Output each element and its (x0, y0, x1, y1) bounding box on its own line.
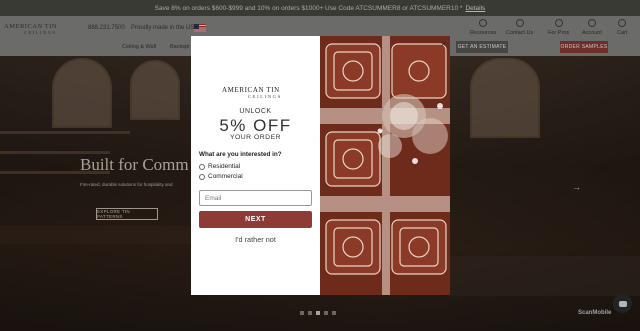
unlock-text: UNLOCK (239, 108, 272, 115)
radio-button[interactable] (199, 173, 205, 180)
popup-image-tin-ceiling: × (320, 36, 450, 295)
popup-logo: AMERICAN TIN CEILINGS (222, 86, 282, 99)
discount-popup: AMERICAN TIN CEILINGS UNLOCK 5% OFF YOUR… (191, 36, 450, 295)
option-commercial[interactable]: Commercial (199, 173, 243, 180)
close-icon[interactable]: × (441, 39, 446, 49)
offer-headline: 5% OFF (219, 116, 292, 135)
popup-form-panel: AMERICAN TIN CEILINGS UNLOCK 5% OFF YOUR… (191, 36, 320, 295)
next-button[interactable]: NEXT (199, 211, 312, 228)
email-field[interactable]: Email (199, 190, 312, 206)
interest-question: What are you interested in? (199, 151, 282, 158)
tin-ceiling-pattern (320, 36, 450, 295)
radio-button[interactable] (199, 163, 205, 170)
option-residential[interactable]: Residential (199, 163, 240, 170)
your-order-text: YOUR ORDER (229, 134, 282, 141)
decline-link[interactable]: I'd rather not (191, 235, 320, 244)
